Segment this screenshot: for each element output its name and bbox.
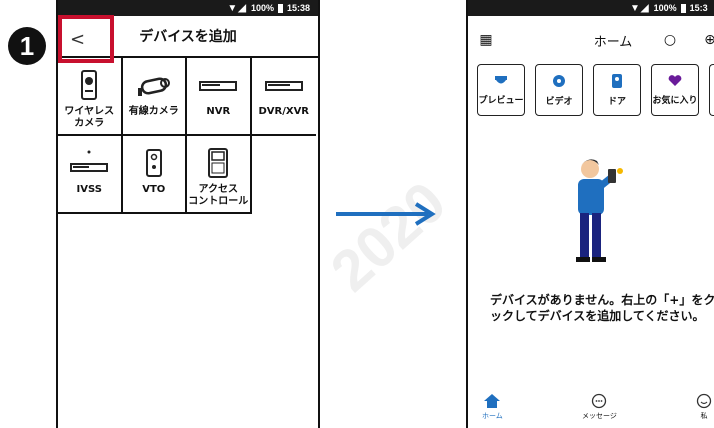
- home-header: ▦ ホーム ○ ⊕: [468, 16, 714, 64]
- device-label: NVR: [206, 106, 231, 117]
- status-bar: ▼◢ 100% 15:3: [468, 0, 714, 16]
- home-icon: [484, 394, 501, 408]
- battery-icon: [680, 3, 686, 13]
- preview-icon: [495, 75, 507, 83]
- device-dvr-xvr[interactable]: DVR/XVR: [251, 58, 316, 136]
- grid-menu-icon[interactable]: ▦: [478, 32, 494, 48]
- title-bar: < デバイスを追加: [58, 15, 318, 63]
- nvr-icon: [199, 81, 238, 91]
- add-device-icon[interactable]: ⊕: [702, 32, 714, 48]
- tab-door[interactable]: ドア: [593, 64, 641, 116]
- step-number-badge: 1: [8, 27, 46, 65]
- tab-favorites[interactable]: お気に入り: [651, 64, 699, 116]
- tab-label: ビデオ: [545, 96, 573, 107]
- device-ivss[interactable]: IVSS: [58, 136, 123, 214]
- device-label: VTO: [142, 184, 166, 195]
- search-icon[interactable]: ○: [662, 32, 678, 48]
- device-label: 有線カメラ: [128, 106, 179, 117]
- device-label: ワイヤレス カメラ: [64, 106, 115, 129]
- door-icon: [612, 73, 622, 88]
- watermark: 2020: [318, 169, 459, 305]
- device-label: アクセス コントロール: [188, 184, 249, 207]
- dvr-icon: [264, 81, 303, 91]
- tab-video[interactable]: ビデオ: [535, 64, 583, 116]
- device-label: DVR/XVR: [258, 106, 310, 117]
- nav-label: メッセージ: [581, 412, 617, 420]
- tab-label: プレビュー: [478, 95, 524, 106]
- access-control-icon: [208, 148, 229, 178]
- nav-home[interactable]: ホーム: [482, 393, 503, 421]
- device-wireless-camera[interactable]: ワイヤレス カメラ: [58, 58, 123, 136]
- signal-icon: ▼◢: [630, 2, 650, 14]
- home-screen: ▼◢ 100% 15:3 ▦ ホーム ○ ⊕ プレビュー ビデオ ドア お気に入…: [466, 0, 714, 428]
- battery-percent: 100%: [653, 3, 677, 13]
- right-arrow-icon: [336, 202, 436, 226]
- empty-cell: [252, 136, 317, 214]
- tab-more[interactable]: [709, 64, 714, 116]
- device-vto[interactable]: VTO: [122, 136, 187, 214]
- tab-label: お気に入り: [652, 95, 698, 106]
- message-icon: [592, 393, 607, 409]
- back-button[interactable]: <: [58, 15, 114, 63]
- empty-state-message: デバイスがありません。右上の「+」をクリックしてデバイスを追加してください。: [490, 293, 714, 323]
- clock: 15:38: [286, 3, 310, 13]
- device-access-control[interactable]: アクセス コントロール: [187, 136, 252, 214]
- device-type-grid: ワイヤレス カメラ 有線カメラ NVR DVR/XVR IVSS VTO アクセ…: [58, 58, 318, 214]
- battery-percent: 100%: [250, 3, 274, 13]
- nav-label: ホーム: [482, 412, 503, 420]
- add-device-screen: ▼◢ 100% 15:38 < デバイスを追加 ワイヤレス カメラ 有線カメラ …: [56, 0, 320, 428]
- vto-icon: [145, 149, 162, 177]
- bullet-camera-icon: [137, 77, 170, 96]
- category-tabs: プレビュー ビデオ ドア お気に入り: [468, 64, 714, 116]
- wireless-camera-icon: [81, 70, 98, 100]
- bottom-nav: ホーム メッセージ 私: [468, 386, 714, 428]
- status-bar: ▼◢ 100% 15:38: [58, 0, 318, 16]
- nav-label: 私: [700, 412, 708, 420]
- video-icon: [553, 74, 565, 87]
- signal-icon: ▼◢: [227, 2, 247, 14]
- heart-icon: [668, 74, 682, 86]
- tab-label: ドア: [607, 96, 626, 107]
- me-icon: [696, 393, 712, 409]
- device-nvr[interactable]: NVR: [187, 58, 252, 136]
- nav-messages[interactable]: メッセージ: [582, 393, 617, 421]
- ivss-icon: [70, 150, 109, 172]
- back-chevron-icon: <: [70, 28, 86, 50]
- device-wired-camera[interactable]: 有線カメラ: [122, 58, 187, 136]
- clock: 15:3: [689, 3, 708, 13]
- empty-state-illustration: [576, 159, 623, 262]
- battery-icon: [277, 3, 283, 13]
- tab-preview[interactable]: プレビュー: [477, 64, 525, 116]
- page-title: ホーム: [593, 34, 633, 50]
- nav-me[interactable]: 私: [696, 393, 712, 421]
- device-label: IVSS: [76, 184, 102, 195]
- page-title: デバイスを追加: [139, 29, 237, 45]
